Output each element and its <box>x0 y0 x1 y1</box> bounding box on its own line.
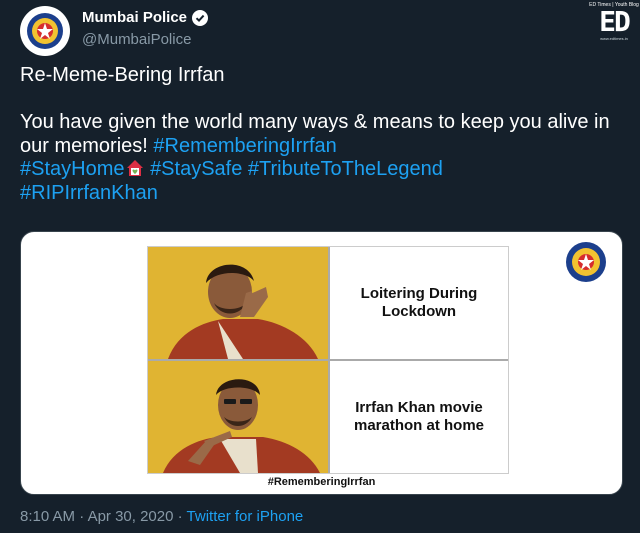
tweet-time[interactable]: 8:10 AM <box>20 508 75 525</box>
hashtag-rip-irrfan-khan[interactable]: #RIPIrrfanKhan <box>20 182 158 204</box>
edtimes-watermark: ED Times | Youth Blog ED www.edtimes.in <box>589 2 639 48</box>
separator-dot: · <box>79 508 85 525</box>
meme-caption-bottom: Irrfan Khan movie marathon at home <box>353 399 485 434</box>
police-emblem-icon <box>566 242 606 282</box>
person-approving-illustration <box>148 361 328 473</box>
tweet-body: Re-Meme-Bering Irrfan You have given the… <box>20 64 620 205</box>
author-name-row[interactable]: Mumbai Police <box>82 8 209 28</box>
meme-panel-approving <box>148 361 328 473</box>
meme-image: Loitering During Lockdown Irrfan Khan mo… <box>147 246 509 474</box>
meme-panel-rejecting <box>148 247 328 359</box>
hashtag-stay-home[interactable]: #StayHome <box>20 158 125 180</box>
author-handle[interactable]: @MumbaiPolice <box>82 30 208 50</box>
tweet-date[interactable]: Apr 30, 2020 <box>88 508 174 525</box>
hashtag-stay-safe[interactable]: #StaySafe <box>150 158 242 180</box>
author-info: Mumbai Police @MumbaiPolice <box>82 8 209 50</box>
tweet-source[interactable]: Twitter for iPhone <box>187 508 304 525</box>
person-rejecting-illustration <box>148 247 328 359</box>
separator-dot: · <box>177 508 183 525</box>
watermark-logo: ED <box>599 5 631 38</box>
meme-hashtag: #RememberingIrrfan <box>267 476 376 488</box>
police-emblem-icon <box>27 13 63 49</box>
tweet-timestamp-row: 8:10 AM · Apr 30, 2020 · Twitter for iPh… <box>20 508 303 525</box>
verified-badge-icon <box>192 10 209 26</box>
author-avatar[interactable] <box>20 6 70 56</box>
house-heart-icon <box>126 160 143 176</box>
meme-caption-top: Loitering During Lockdown <box>360 285 478 320</box>
hashtag-remembering-irrfan[interactable]: #RememberingIrrfan <box>153 135 336 157</box>
watermark-url: www.edtimes.in <box>600 36 628 41</box>
author-display-name[interactable]: Mumbai Police <box>82 8 187 28</box>
tweet-paragraph: You have given the world many ways & mea… <box>20 111 620 205</box>
tweet-media-card[interactable]: Loitering During Lockdown Irrfan Khan mo… <box>20 231 623 495</box>
hashtag-tribute-to-the-legend[interactable]: #TributeToTheLegend <box>248 158 443 180</box>
tweet-line-title: Re-Meme-Bering Irrfan <box>20 64 225 86</box>
